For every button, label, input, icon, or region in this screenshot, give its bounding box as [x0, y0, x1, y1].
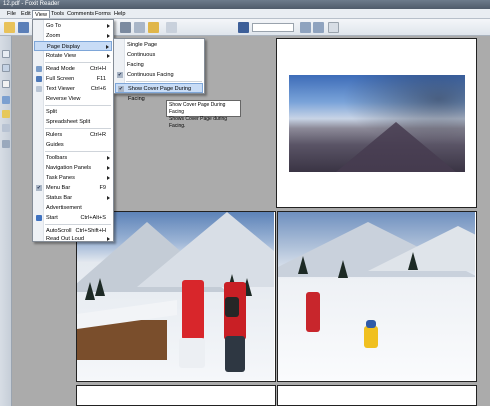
- submenu-item-show-cover-page[interactable]: ✔ Show Cover Page During Facing: [115, 83, 203, 102]
- search-next-icon[interactable]: [313, 22, 324, 33]
- menu-item-text-viewer[interactable]: Text Viewer Ctrl+6: [34, 84, 112, 94]
- menu-item-toolbars[interactable]: Toolbars: [34, 153, 112, 163]
- screenshot-icon[interactable]: [134, 22, 145, 33]
- menu-comments[interactable]: Comments: [65, 10, 96, 18]
- checkmark-icon: ✔: [118, 86, 124, 92]
- text-viewer-icon: [36, 86, 42, 92]
- menu-item-go-to[interactable]: Go To: [34, 21, 112, 31]
- menu-item-guides[interactable]: Guides: [34, 140, 112, 150]
- pdf-page: [76, 385, 276, 406]
- open-folder-icon[interactable]: [4, 22, 15, 33]
- menu-item-read-out-loud[interactable]: Read Out Loud: [34, 234, 112, 244]
- submenu-item-continuous[interactable]: Continuous: [115, 50, 203, 60]
- menu-item-page-display[interactable]: Page Display: [34, 41, 112, 51]
- navigation-panel-bar: [0, 36, 12, 406]
- title-bar: 12.pdf - Foxit Reader: [0, 0, 490, 9]
- submenu-item-facing[interactable]: Facing: [115, 60, 203, 70]
- menu-item-start[interactable]: Start Ctrl+Alt+S: [34, 213, 112, 223]
- submenu-arrow-icon: [107, 237, 110, 241]
- read-mode-icon: [36, 66, 42, 72]
- typewriter-icon[interactable]: [166, 22, 177, 33]
- menu-item-reverse-view[interactable]: Reverse View: [34, 94, 112, 104]
- menu-item-advertisement[interactable]: Advertisement: [34, 203, 112, 213]
- search-prev-icon[interactable]: [300, 22, 311, 33]
- submenu-item-continuous-facing[interactable]: ✔ Continuous Facing: [115, 70, 203, 80]
- comments-icon[interactable]: [2, 110, 10, 118]
- save-icon[interactable]: [18, 22, 29, 33]
- pages-icon[interactable]: [2, 50, 10, 58]
- menu-item-rulers[interactable]: Rulers Ctrl+R: [34, 130, 112, 140]
- security-icon[interactable]: [2, 124, 10, 132]
- menu-view[interactable]: View: [32, 10, 51, 18]
- menu-item-spreadsheet-split[interactable]: Spreadsheet Split: [34, 117, 112, 127]
- attachments-icon[interactable]: [2, 96, 10, 104]
- window-title: 12.pdf - Foxit Reader: [3, 1, 60, 7]
- road-photo: [289, 75, 465, 172]
- page-options-icon[interactable]: [328, 22, 339, 33]
- menu-file[interactable]: File: [5, 10, 18, 18]
- comment-icon[interactable]: [148, 22, 159, 33]
- layers-icon[interactable]: [2, 80, 10, 88]
- tooltip-description: Shows Cover Page during Facing.: [169, 116, 228, 129]
- submenu-arrow-icon: [107, 34, 110, 38]
- menu-item-read-mode[interactable]: Read Mode Ctrl+H: [34, 64, 112, 74]
- submenu-arrow-icon: [107, 176, 110, 180]
- menu-item-zoom[interactable]: Zoom: [34, 31, 112, 41]
- submenu-arrow-icon: [107, 156, 110, 160]
- submenu-arrow-icon: [107, 24, 110, 28]
- checkmark-icon: ✔: [117, 72, 123, 78]
- menu-help[interactable]: Help: [112, 10, 128, 18]
- submenu-arrow-icon: [107, 196, 110, 200]
- signatures-icon[interactable]: [2, 140, 10, 148]
- search-input[interactable]: [252, 23, 294, 32]
- page-display-submenu: Single Page Continuous Facing ✔ Continuo…: [113, 38, 205, 102]
- binoculars-icon[interactable]: [238, 22, 249, 33]
- checkmark-icon: ✔: [36, 185, 42, 191]
- menu-item-navigation-panels[interactable]: Navigation Panels: [34, 163, 112, 173]
- menu-item-full-screen[interactable]: Full Screen F11: [34, 74, 112, 84]
- menu-item-task-panes[interactable]: Task Panes: [34, 173, 112, 183]
- ski-slope-photo: [278, 212, 475, 380]
- menu-item-rotate-view[interactable]: Rotate View: [34, 51, 112, 61]
- bookmarks-icon[interactable]: [2, 64, 10, 72]
- menu-bar: File Edit View Tools Comments Forms Help: [0, 9, 490, 19]
- start-icon: [36, 215, 42, 221]
- pdf-page: [277, 385, 477, 406]
- submenu-arrow-icon: [107, 54, 110, 58]
- submenu-arrow-icon: [107, 166, 110, 170]
- menu-item-status-bar[interactable]: Status Bar: [34, 193, 112, 203]
- menu-edit[interactable]: Edit: [19, 10, 33, 18]
- submenu-arrow-icon: [106, 45, 109, 49]
- view-menu: Go To Zoom Page Display Rotate View Read…: [32, 19, 114, 242]
- menu-item-split[interactable]: Split: [34, 107, 112, 117]
- tooltip: Show Cover Page During Facing Shows Cove…: [166, 100, 241, 129]
- submenu-item-single-page[interactable]: Single Page: [115, 40, 203, 50]
- menu-tools[interactable]: Tools: [49, 10, 66, 18]
- page-view-icon[interactable]: [120, 22, 131, 33]
- full-screen-icon: [36, 76, 42, 82]
- menu-item-menu-bar[interactable]: ✔ Menu Bar F9: [34, 183, 112, 193]
- tooltip-title: Show Cover Page During Facing: [169, 102, 226, 115]
- menu-forms[interactable]: Forms: [93, 10, 113, 18]
